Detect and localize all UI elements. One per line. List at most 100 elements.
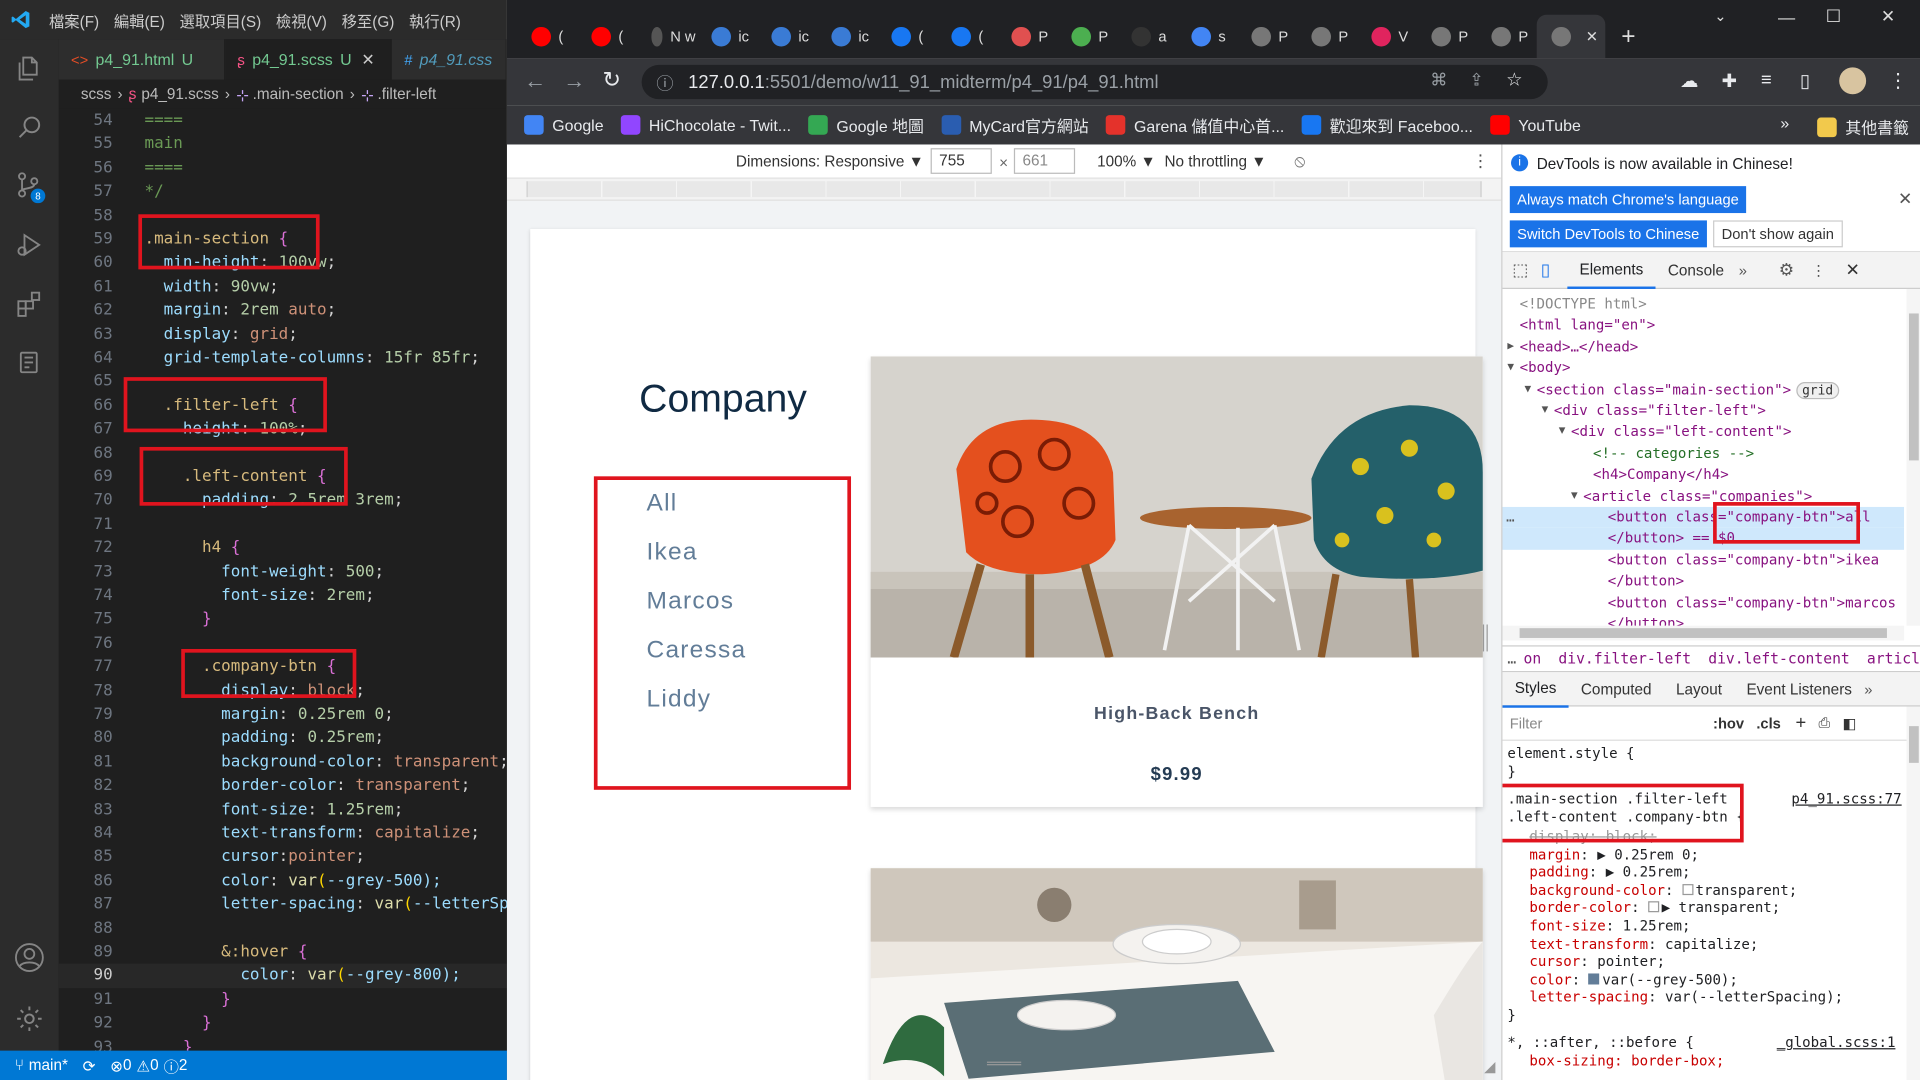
forward-arrow-icon[interactable]: → [563, 69, 585, 95]
code-text[interactable]: background-color: transparent; [144, 750, 507, 774]
browser-tab[interactable]: ( [877, 15, 936, 59]
tab-computed[interactable]: Computed [1569, 670, 1664, 707]
code-text[interactable]: color: var(--grey-800); [144, 964, 460, 988]
device-toggle-icon[interactable]: ▯ [1541, 260, 1550, 281]
dom-tree[interactable]: <!DOCTYPE html> <html lang="en"> ▶ <head>…<… [1502, 289, 1905, 626]
throttling-dropdown[interactable]: No throttling ▼ [1164, 153, 1266, 170]
code-text[interactable]: } [144, 1035, 193, 1051]
reload-icon[interactable]: ↻ [602, 67, 620, 93]
code-text[interactable]: letter-spacing: var(--letterSp [144, 893, 507, 917]
code-text[interactable]: padding: 0.25rem; [144, 727, 384, 751]
crumb[interactable]: on [1524, 650, 1542, 667]
crumb[interactable]: article.compan [1867, 650, 1920, 667]
tab-styles[interactable]: Styles [1502, 670, 1569, 708]
code-text[interactable]: &:hover { [144, 940, 307, 964]
style-property[interactable]: padding: ▶ 0.25rem; [1529, 863, 1690, 881]
scrollbar-thumb[interactable] [1908, 313, 1919, 461]
style-property[interactable]: font-size: 1.25rem; [1529, 917, 1690, 935]
browser-tab[interactable]: V [1357, 15, 1416, 59]
grid-badge[interactable]: grid [1795, 381, 1840, 399]
code-text[interactable]: main [144, 133, 182, 157]
browser-tab[interactable]: ( [937, 15, 996, 59]
expand-arrow-icon[interactable]: ▼ [1507, 358, 1514, 379]
code-text[interactable]: } [144, 608, 212, 632]
dimensions-dropdown[interactable]: Dimensions: Responsive ▼ [736, 153, 924, 170]
scrollbar-thumb[interactable] [1908, 726, 1919, 763]
maximize-icon[interactable]: ☐ [1826, 6, 1841, 27]
breadcrumb-item[interactable]: scss [81, 86, 112, 103]
browser-tab[interactable]: P [1417, 15, 1476, 59]
match-language-button[interactable]: Always match Chrome's language [1509, 186, 1747, 214]
dom-node[interactable]: <!DOCTYPE html> [1502, 294, 1904, 315]
menu-go[interactable]: 移至(G) [334, 8, 401, 31]
other-bookmarks[interactable]: 其他書籤 [1817, 115, 1909, 138]
style-property[interactable]: letter-spacing: var(--letterSpacing); [1529, 989, 1843, 1007]
code-text[interactable]: cursor:pointer; [144, 845, 365, 869]
style-property[interactable]: color: var(--grey-500); [1529, 971, 1737, 989]
breadcrumb-item[interactable]: .filter-left [378, 86, 437, 103]
product-card[interactable] [870, 868, 1483, 1080]
account-icon[interactable] [0, 933, 59, 982]
tab-event-listeners[interactable]: Event Listeners [1734, 670, 1864, 707]
browser-tab[interactable]: P [1057, 15, 1116, 59]
dom-node[interactable]: <!-- categories --> [1502, 443, 1904, 464]
error-count[interactable]: 0 [123, 1057, 132, 1074]
bookmark-star-icon[interactable]: ☆ [1506, 69, 1522, 91]
extensions-icon[interactable] [0, 279, 59, 328]
browser-tab[interactable]: P [997, 15, 1056, 59]
browser-tab[interactable]: s [1177, 15, 1236, 59]
crumb[interactable]: div.left-content [1708, 650, 1850, 667]
bookmark-item[interactable]: MyCard官方網站 [941, 113, 1089, 136]
back-arrow-icon[interactable]: ← [524, 69, 546, 95]
more-menu-icon[interactable]: ⋮ [1811, 261, 1826, 278]
dont-show-again-button[interactable]: Don't show again [1713, 220, 1843, 248]
git-branch-icon[interactable]: ⑂ [15, 1057, 24, 1074]
browser-tab[interactable]: a [1117, 15, 1176, 59]
corner-resize-icon[interactable]: ◢ [1484, 1058, 1495, 1075]
sync-icon[interactable]: ⟳ [83, 1056, 96, 1074]
code-text[interactable]: margin: 2rem auto; [144, 299, 337, 323]
warning-count[interactable]: 0 [150, 1057, 159, 1074]
search-icon[interactable] [0, 103, 59, 152]
resize-handle-icon[interactable] [986, 1061, 1022, 1066]
menu-run[interactable]: 執行(R) [402, 8, 469, 31]
tab-css-file[interactable]: # p4_91.css [391, 39, 507, 80]
translate-icon[interactable]: ⌘ [1430, 70, 1447, 91]
close-window-icon[interactable]: ✕ [1881, 6, 1895, 27]
dom-node[interactable]: </button> [1502, 613, 1904, 626]
color-swatch-icon[interactable] [1648, 901, 1660, 913]
info-count[interactable]: 2 [179, 1057, 188, 1074]
sidebar-toggle-icon[interactable]: ◧ [1843, 714, 1857, 731]
browser-tab[interactable]: ( [517, 15, 576, 59]
minimize-icon[interactable]: — [1778, 7, 1795, 27]
code-text[interactable]: font-size: 2rem; [144, 584, 374, 608]
bookmark-item[interactable]: HiChocolate - Twit... [620, 115, 791, 135]
dom-hscrollbar[interactable] [1502, 625, 1905, 641]
share-icon[interactable]: ⇪ [1469, 70, 1483, 91]
rule-source-link[interactable]: _global.scss:1 [1777, 1033, 1896, 1051]
dom-node[interactable]: ▼ <div class="filter-left"> [1502, 400, 1904, 421]
style-property[interactable]: background-color: transparent; [1529, 881, 1797, 899]
style-property[interactable]: border-color: ▶ transparent; [1529, 899, 1780, 917]
git-branch-name[interactable]: main* [29, 1057, 68, 1074]
dom-ellipsis-icon[interactable]: … [1506, 507, 1514, 528]
dom-node[interactable]: <h4>Company</h4> [1502, 464, 1904, 485]
more-menu-icon[interactable]: ⋮ [1888, 69, 1908, 93]
code-text[interactable]: } [144, 988, 231, 1012]
more-tabs-icon[interactable]: » [1739, 261, 1747, 278]
browser-tab[interactable]: P [1237, 15, 1296, 59]
expand-arrow-icon[interactable]: ▼ [1571, 486, 1578, 507]
tab-search-chevron-down-icon[interactable]: ⌄ [1714, 7, 1726, 24]
browser-tab[interactable]: ic [697, 15, 756, 59]
source-control-icon[interactable]: 8 [0, 162, 59, 211]
dom-node[interactable]: ▼ <body> [1502, 358, 1904, 379]
close-tab-icon[interactable]: ✕ [1586, 28, 1598, 45]
expand-arrow-icon[interactable]: ▶ [1507, 336, 1514, 357]
inspect-element-icon[interactable]: ⬚ [1512, 260, 1528, 281]
browser-tab[interactable]: ic [757, 15, 816, 59]
browser-tab[interactable]: P [1297, 15, 1356, 59]
code-text[interactable]: font-weight: 500; [144, 560, 384, 584]
device-more-icon[interactable]: ⋮ [1472, 151, 1489, 172]
code-text[interactable]: } [144, 1012, 212, 1036]
breadcrumb-item[interactable]: .main-section [253, 86, 344, 103]
